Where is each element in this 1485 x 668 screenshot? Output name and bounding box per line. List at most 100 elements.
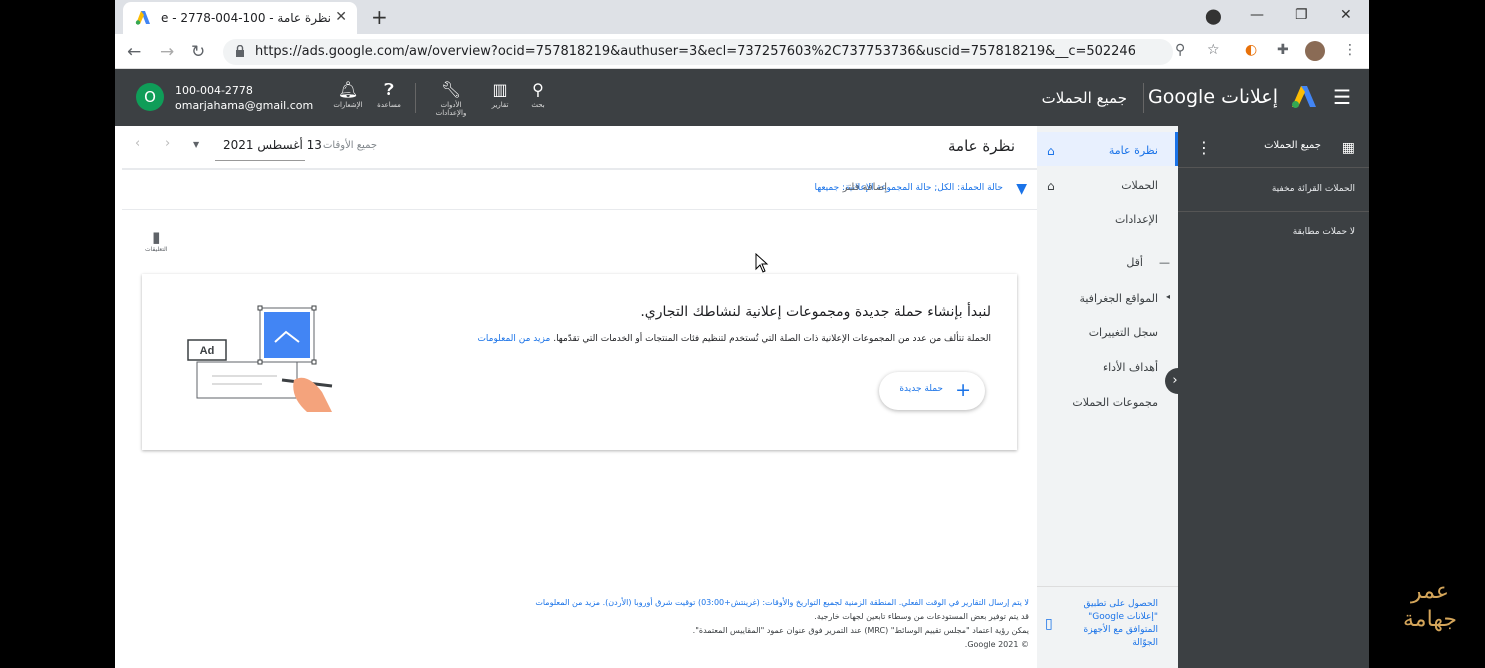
bell-icon: 🔔︎: [337, 80, 359, 99]
forward-icon[interactable]: →: [160, 42, 174, 62]
date-prefix: جميع الأوقات: [323, 140, 378, 151]
profile-avatar[interactable]: [1305, 41, 1325, 61]
reload-icon[interactable]: ↻: [191, 42, 205, 62]
omnibox[interactable]: https://ads.google.com/aw/overview?ocid=…: [223, 39, 1173, 65]
card-description-text: الحملة تتألف من عدد من المجموعات الإعلان…: [553, 334, 991, 344]
google-ads-logo-icon: [135, 11, 150, 25]
footer-line-3: يمكن رؤية اعتماد "مجلس تقييم الوسائط" (M…: [692, 626, 1029, 635]
help-icon: ❓︎: [384, 80, 394, 99]
date-underline: [215, 160, 305, 161]
account-avatar[interactable]: O: [136, 83, 164, 111]
nav-item-settings[interactable]: الإعدادات: [1115, 213, 1158, 226]
watermark-line-2: جهامة: [1402, 607, 1458, 632]
hamburger-menu-icon[interactable]: ☰: [1333, 85, 1351, 109]
page-title: نظرة عامة: [948, 137, 1015, 155]
mobile-app-promo[interactable]: الحصول على تطبيق "إعلانات Google" المتوا…: [1078, 598, 1158, 650]
search-button[interactable]: ⚲ بحث: [518, 79, 558, 109]
footer-line-1: لا يتم إرسال التقارير في الوقت الفعلي. ا…: [449, 596, 1029, 610]
channel-watermark: عمر جهامة: [1390, 578, 1470, 634]
search-label: بحث: [531, 101, 545, 109]
filter-icon[interactable]: ▼: [1016, 181, 1027, 197]
zoom-icon[interactable]: ⚲: [1175, 42, 1185, 58]
collapse-icon[interactable]: —: [1159, 256, 1170, 269]
minimize-icon[interactable]: —: [1250, 7, 1264, 23]
new-campaign-label: حملة جديدة: [899, 384, 943, 394]
google-ads-logo: [1292, 86, 1316, 108]
browser-menu-icon[interactable]: ⋮: [1343, 42, 1357, 58]
brand-title: إعلانات Google: [1148, 86, 1278, 108]
new-campaign-button[interactable]: + حملة جديدة: [879, 372, 985, 410]
panel-divider: [1178, 211, 1369, 212]
ad-label: Ad: [200, 345, 215, 357]
footer-line-1-text: لا يتم إرسال التقارير في الوقت الفعلي. ا…: [602, 598, 1029, 607]
back-icon[interactable]: ←: [127, 42, 141, 62]
date-value[interactable]: 13 أغسطس 2021: [223, 138, 322, 152]
brand-divider: [1143, 83, 1144, 113]
home-icon: ⌂: [1047, 179, 1055, 193]
home-icon: ⌂: [1047, 144, 1055, 158]
close-tab-icon[interactable]: ✕: [335, 9, 347, 25]
more-options-icon[interactable]: ⋮: [1196, 138, 1212, 157]
search-icon: ⚲: [532, 80, 544, 99]
phone-icon: ▯: [1045, 616, 1053, 632]
card-description: الحملة تتألف من عدد من المجموعات الإعلان…: [477, 334, 991, 344]
get-started-card: لنبدأ بإنشاء حملة جديدة ومجموعات إعلانية…: [142, 274, 1017, 450]
help-button[interactable]: ❓︎ مساعدة: [369, 79, 409, 109]
browser-tab[interactable]: نظرة عامة - 100-004-2778 - ogle ✕: [123, 2, 357, 34]
extension-icon[interactable]: ◐: [1245, 42, 1257, 58]
new-tab-button[interactable]: +: [371, 5, 388, 29]
extensions-puzzle-icon[interactable]: ✚: [1277, 42, 1289, 58]
help-label: مساعدة: [377, 101, 401, 109]
nav-item-less[interactable]: أقل: [1126, 256, 1143, 269]
notes-button[interactable]: ▮ التعليقات: [145, 228, 168, 253]
account-id[interactable]: 100-004-2778: [175, 84, 253, 97]
header-divider: [415, 83, 416, 113]
notes-label: التعليقات: [145, 246, 168, 253]
prev-period-icon[interactable]: ‹: [135, 136, 140, 151]
tab-title: نظرة عامة - 100-004-2778 - ogle: [161, 11, 331, 25]
profile-menu-icon[interactable]: ⬤: [1205, 7, 1222, 25]
page-nav: ⌂ نظرة عامة ⌂ الحملات الإعدادات — أقل ◂ …: [1037, 126, 1178, 668]
url-text: https://ads.google.com/aw/overview?ocid=…: [255, 44, 1135, 59]
grid-view-icon[interactable]: ▦: [1342, 140, 1355, 156]
close-window-icon[interactable]: ✕: [1340, 7, 1352, 23]
bar-chart-icon: ▥: [492, 80, 508, 99]
footer-line-2: قد يتم توفير بعض المستودعات من وسطاء تاب…: [814, 612, 1029, 621]
campaign-illustration: Ad: [187, 305, 333, 412]
nav-item-overview[interactable]: نظرة عامة: [1109, 144, 1158, 157]
campaign-scope[interactable]: جميع الحملات: [1042, 89, 1127, 107]
lock-icon: [236, 45, 244, 57]
nav-item-performance-goals[interactable]: أهداف الأداء: [1103, 361, 1158, 374]
nav-item-change-history[interactable]: سجل التغييرات: [1089, 326, 1158, 339]
tab-bar: نظرة عامة - 100-004-2778 - ogle ✕ + ⬤ — …: [115, 0, 1369, 34]
dropdown-icon[interactable]: ▼: [193, 140, 199, 149]
bookmark-star-icon[interactable]: ☆: [1207, 42, 1220, 58]
no-matching-campaigns: لا حملات مطابقة: [1292, 227, 1355, 237]
account-email[interactable]: omarjahama@gmail.com: [175, 99, 313, 112]
footer-learn-more-link[interactable]: مزيد من المعلومات: [535, 598, 600, 607]
hidden-campaigns-note[interactable]: الحملات القرائة مخفية: [1272, 184, 1355, 194]
add-filter-button[interactable]: إضافة فلتر: [843, 182, 887, 193]
notes-icon: ▮: [152, 228, 161, 246]
browser-window: نظرة عامة - 100-004-2778 - ogle ✕ + ⬤ — …: [115, 0, 1369, 668]
notifications-button[interactable]: 🔔︎ الإشعارات: [328, 79, 368, 109]
tools-button[interactable]: 🔧︎ الأدوات والإعدادات: [431, 79, 471, 117]
address-bar: ← → ↻ https://ads.google.com/aw/overview…: [115, 34, 1369, 69]
campaign-tree-title: جميع الحملات: [1264, 140, 1321, 151]
reports-label: تقارير: [491, 101, 509, 109]
panel-collapse-chevron-icon[interactable]: ›: [1165, 368, 1185, 394]
watermark-line-1: عمر: [1411, 579, 1449, 604]
next-period-icon[interactable]: ›: [165, 136, 170, 151]
nav-item-locations[interactable]: المواقع الجغرافية: [1079, 292, 1158, 305]
nav-item-campaign-groups[interactable]: مجموعات الحملات: [1072, 396, 1158, 409]
restore-icon[interactable]: ❐: [1295, 7, 1308, 23]
learn-more-link[interactable]: مزيد من المعلومات: [477, 334, 550, 344]
wrench-icon: 🔧︎: [440, 80, 462, 99]
nav-item-campaigns[interactable]: الحملات: [1121, 179, 1158, 192]
mouse-cursor-icon: [755, 253, 769, 273]
reports-button[interactable]: ▥ تقارير: [480, 79, 520, 109]
plus-icon: +: [955, 379, 971, 401]
promo-divider: [1037, 586, 1178, 587]
campaign-tree-header: ▦ جميع الحملات ⋮: [1178, 126, 1369, 168]
filter-bar: ▼ حالة الحملة: الكل; حالة المجموعة الإعل…: [122, 170, 1037, 210]
